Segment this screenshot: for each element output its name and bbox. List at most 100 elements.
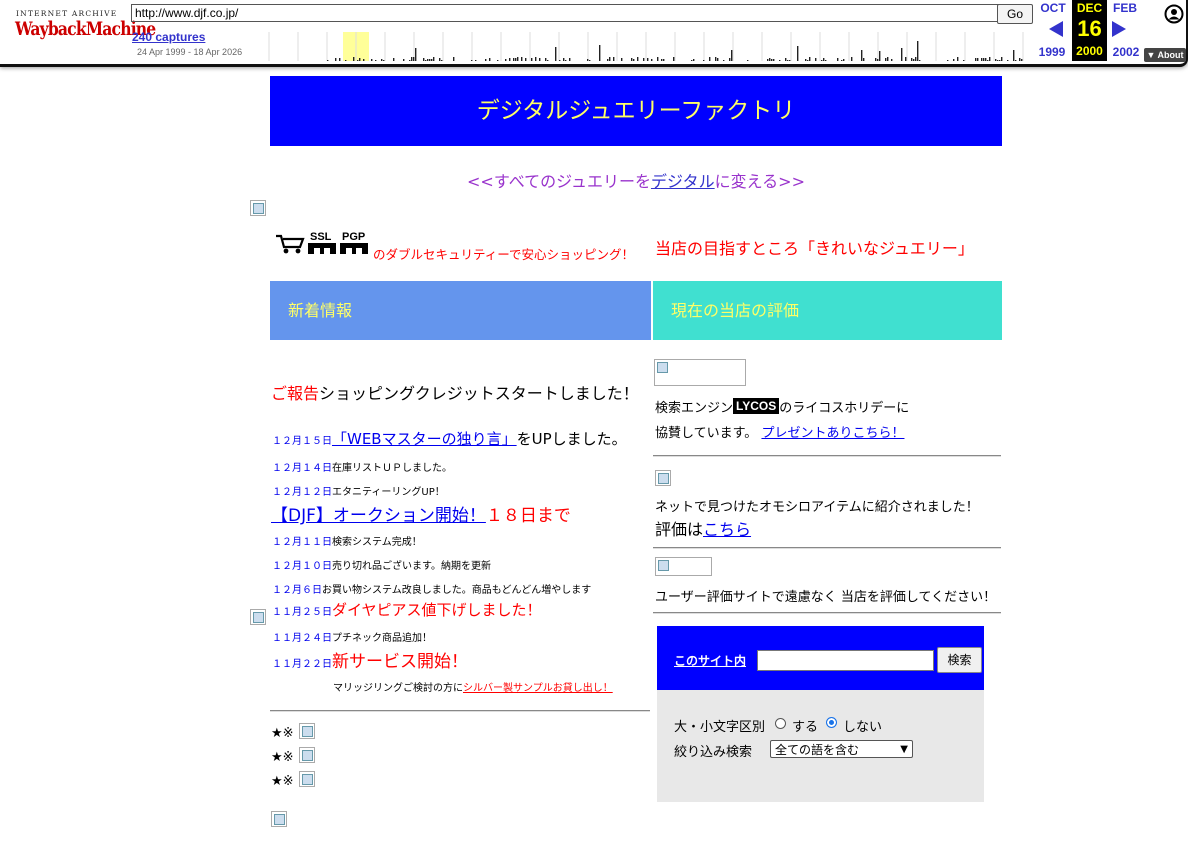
site-title: デジタルジュエリーファクトリ (270, 76, 1002, 146)
auction-link[interactable]: 【DJF】オークション開始！ (271, 506, 486, 526)
capture-bar (769, 58, 771, 61)
capture-bar (723, 60, 725, 61)
capture-bar (631, 58, 633, 61)
capture-bar (785, 58, 787, 61)
broken-image (299, 771, 315, 787)
webmaster-link[interactable]: 「WEBマスターの独り言」 (332, 430, 517, 448)
capture-bar (599, 45, 601, 61)
news-date: １２月１１日 (272, 537, 332, 548)
case-yes-radio[interactable] (775, 718, 786, 729)
wayback-url-input[interactable]: http://www.djf.co.jp/ (131, 4, 999, 22)
capture-bar (953, 59, 955, 61)
news-date: １２月１４日 (272, 463, 332, 474)
about-button[interactable]: ▼ About (1144, 48, 1186, 62)
capture-bar (957, 57, 959, 61)
capture-bar (989, 57, 991, 61)
capture-bar (805, 59, 807, 61)
eval-header: 現在の当店の評価 (653, 281, 1002, 340)
news-date: １１月２２日 (272, 659, 332, 670)
capture-bar (471, 60, 473, 61)
prev-month[interactable]: OCT (1038, 1, 1068, 15)
wayback-toolbar: INTERNET ARCHIVE WaybackMachine http://w… (0, 0, 1188, 67)
current-month: DEC (1076, 1, 1103, 15)
capture-bar (975, 58, 977, 61)
capture-bar (999, 60, 1001, 61)
filter-value: 全ての語を含む (775, 743, 860, 757)
capture-bar (485, 59, 487, 61)
case-label: 大・小文字区別 (674, 720, 766, 735)
marriage-text: マリッジリングご検討の方に (333, 683, 463, 694)
news-item: １２月１４日在庫リストＵＰしました。 (272, 459, 452, 474)
captures-link[interactable]: 240 captures (132, 30, 205, 44)
capture-bar (569, 58, 571, 61)
capture-bar (693, 59, 695, 61)
eval-divider (653, 612, 1001, 614)
capture-bar (1015, 60, 1017, 61)
capture-bar (915, 57, 917, 61)
filter-select[interactable]: 全ての語を含む ▼ (770, 740, 913, 758)
present-link[interactable]: プレゼントありこちら！ (761, 426, 904, 441)
hyouka-link[interactable]: こちら (703, 520, 751, 539)
capture-bar (797, 46, 799, 61)
news-item: １１月２２日新サービス開始！ (272, 647, 468, 672)
report-text: ショッピングクレジットスタートしました！ (319, 384, 639, 403)
capture-bar (657, 57, 659, 61)
prev-arrow-icon[interactable] (1049, 21, 1063, 37)
silver-sample-link[interactable]: シルバー製サンプルお貸し出し！ (463, 683, 613, 694)
capture-bar (357, 60, 359, 61)
capture-bar (339, 58, 341, 61)
aim-text: 当店の目指すところ「きれいなジュエリー」 (655, 239, 974, 258)
capture-range: 24 Apr 1999 - 18 Apr 2026 (137, 47, 243, 57)
capture-bar (823, 58, 825, 61)
capture-bar (431, 59, 433, 61)
news-date: １１月２４日 (272, 633, 332, 644)
capture-bar (901, 48, 903, 61)
capture-bar (539, 58, 541, 61)
capture-bar (911, 58, 913, 61)
capture-bar (429, 59, 431, 61)
prev-year[interactable]: 1999 (1036, 45, 1068, 59)
news-divider (270, 710, 650, 712)
next-month[interactable]: FEB (1110, 1, 1140, 15)
lycos-line: 検索エンジン LYCOS のライコスホリデーに (655, 397, 909, 416)
capture-bar (547, 60, 549, 61)
search-input[interactable] (757, 650, 934, 671)
next-arrow-icon[interactable] (1112, 21, 1126, 37)
broken-image (250, 609, 266, 625)
capture-bar (891, 59, 893, 61)
tagline-link[interactable]: デジタル (651, 172, 715, 191)
capture-bar (879, 51, 881, 61)
case-no-radio[interactable] (826, 717, 837, 728)
star-item: ★※ (271, 726, 294, 741)
capture-sparkline[interactable] (243, 32, 1035, 61)
capture-bar (815, 58, 817, 61)
capture-bar (715, 57, 717, 61)
news-date: １２月６日 (272, 585, 322, 596)
wayback-go-button[interactable]: Go (997, 4, 1033, 24)
next-year[interactable]: 2002 (1110, 45, 1142, 59)
star-item: ★※ (271, 774, 294, 789)
news-item: １２月１１日検索システム完成！ (272, 533, 422, 548)
capture-bar (375, 60, 377, 61)
capture-bar (977, 58, 979, 61)
report-label: ご報告 (271, 384, 320, 403)
capture-bar (807, 60, 809, 61)
search-label[interactable]: このサイト内 (674, 652, 746, 669)
capture-bar (565, 60, 567, 61)
user-icon[interactable] (1164, 4, 1184, 24)
hyouka-line: 評価はこちら (655, 516, 751, 540)
pgp-label: PGP (342, 231, 365, 243)
news-item: １２月６日お買い物システム改良しました。商品もどんどん増やします (272, 581, 591, 596)
user-eval-text: ユーザー評価サイトで遠慮なく 当店を評価してください！ (655, 590, 997, 605)
capture-bar (359, 58, 361, 61)
capture-bar (773, 59, 775, 61)
broken-image (655, 470, 671, 486)
lycos-pre: 検索エンジン (655, 401, 734, 416)
search-button[interactable]: 検索 (937, 647, 982, 673)
case-no-label: しない (843, 720, 883, 735)
capture-bar (747, 60, 749, 61)
capture-bar (439, 58, 441, 61)
security-text: のダブルセキュリティーで安心ショッピング！ (373, 247, 635, 262)
capture-bar (987, 60, 989, 61)
capture-bar (525, 58, 527, 61)
